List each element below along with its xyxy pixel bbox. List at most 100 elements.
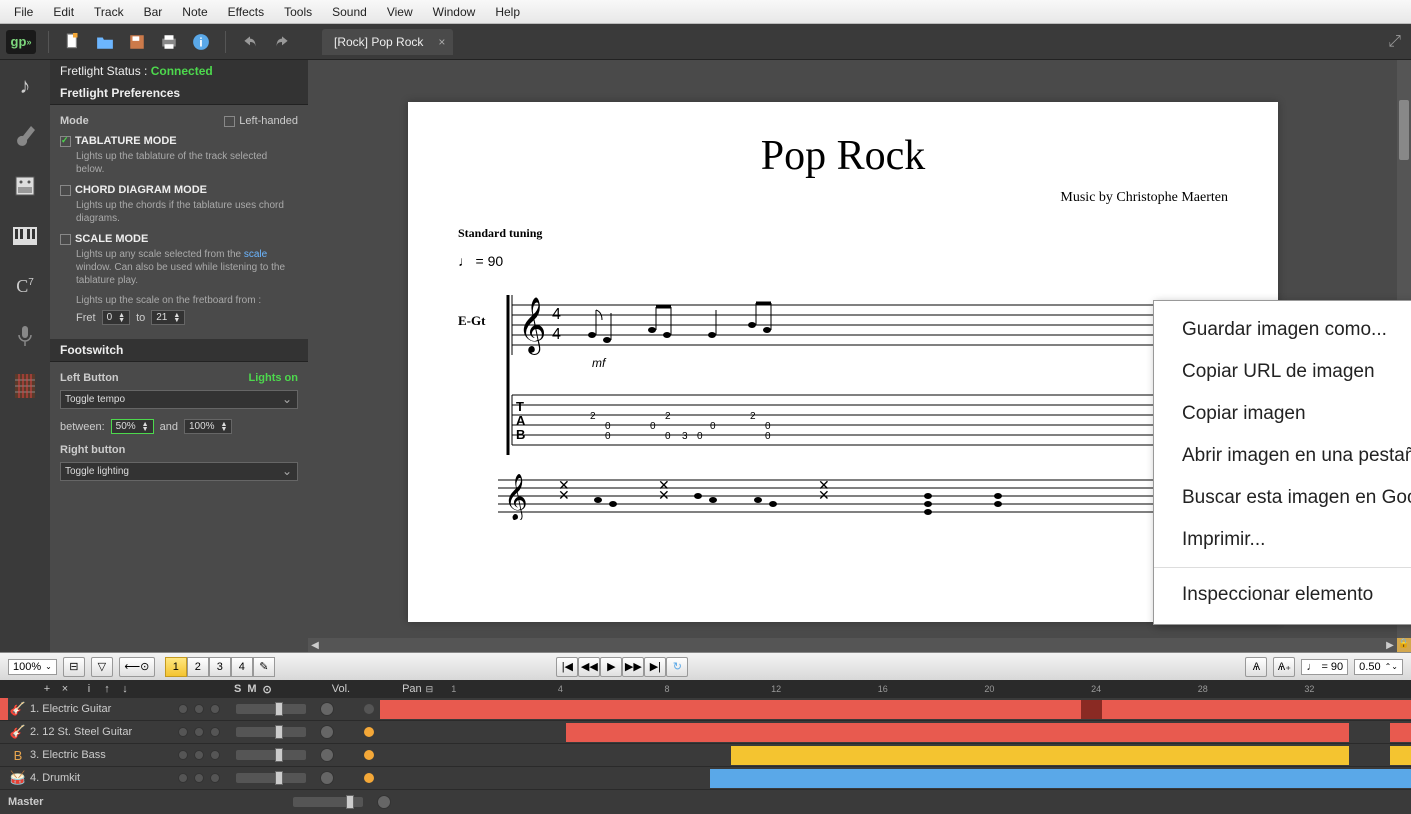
track-volume-slider[interactable]	[236, 750, 306, 760]
track-clips[interactable]	[380, 744, 1411, 766]
menu-window[interactable]: Window	[423, 5, 486, 19]
loop-icon[interactable]: ↻	[666, 657, 688, 677]
solo-toggle[interactable]	[178, 704, 188, 714]
page-3-button[interactable]: 3	[209, 657, 231, 677]
fret-from-spinner[interactable]: 0▲▼	[102, 310, 131, 325]
menu-file[interactable]: File	[4, 5, 43, 19]
fretboard-tool-icon[interactable]	[9, 370, 41, 402]
tablature-mode-checkbox[interactable]: TABLATURE MODE	[60, 135, 298, 147]
menu-edit[interactable]: Edit	[43, 5, 84, 19]
ctx-open-new-tab[interactable]: Abrir imagen en una pestaña nueva	[1154, 435, 1411, 477]
open-file-icon[interactable]	[93, 30, 117, 54]
keyboard-tool-icon[interactable]	[9, 220, 41, 252]
mute-toggle[interactable]	[194, 727, 204, 737]
track-clips[interactable]	[380, 721, 1411, 743]
ctx-inspect[interactable]: Inspeccionar elemento	[1154, 574, 1411, 616]
mute-toggle[interactable]	[194, 750, 204, 760]
right-button-select[interactable]: Toggle lighting	[60, 462, 298, 481]
move-up-icon[interactable]: ↑	[100, 683, 114, 695]
note-tool-icon[interactable]: ♪	[9, 70, 41, 102]
track-clips[interactable]	[380, 698, 1411, 720]
track-volume-slider[interactable]	[236, 773, 306, 783]
automation-toggle[interactable]	[364, 704, 374, 714]
fret-to-spinner[interactable]: 21▲▼	[151, 310, 185, 325]
play-icon[interactable]: ▶	[600, 657, 622, 677]
track-row[interactable]: 🎸 2. 12 St. Steel Guitar	[0, 721, 1411, 744]
amp-tool-icon[interactable]	[9, 170, 41, 202]
ctx-print[interactable]: Imprimir...	[1154, 519, 1411, 561]
solo-toggle[interactable]	[178, 750, 188, 760]
mic-tool-icon[interactable]	[9, 320, 41, 352]
rec-toggle[interactable]	[210, 773, 220, 783]
undo-icon[interactable]	[238, 30, 262, 54]
ctx-search-google[interactable]: Buscar esta imagen en Google	[1154, 477, 1411, 519]
go-start-icon[interactable]: |◀	[556, 657, 578, 677]
track-clips[interactable]	[380, 767, 1411, 789]
rewind-icon[interactable]: ◀◀	[578, 657, 600, 677]
left-button-select[interactable]: Toggle tempo	[60, 390, 298, 409]
track-pan-knob[interactable]	[320, 702, 356, 716]
horizontal-scrollbar[interactable]: ◀▶🔒	[308, 638, 1397, 652]
track-volume-slider[interactable]	[236, 704, 306, 714]
print-icon[interactable]	[157, 30, 181, 54]
track-volume-slider[interactable]	[236, 727, 306, 737]
rec-toggle[interactable]	[210, 704, 220, 714]
mute-toggle[interactable]	[194, 704, 204, 714]
lock-icon[interactable]: 🔒	[1397, 638, 1411, 652]
remove-track-icon[interactable]: ×	[58, 683, 72, 695]
guitar-tool-icon[interactable]	[9, 120, 41, 152]
master-pan-knob[interactable]	[377, 795, 413, 809]
tab-close-icon[interactable]: ×	[438, 35, 445, 49]
go-end-icon[interactable]: ▶|	[644, 657, 666, 677]
page-edit-icon[interactable]: ✎	[253, 657, 275, 677]
automation-toggle[interactable]	[364, 727, 374, 737]
tempo-from-spinner[interactable]: 50%▲▼	[111, 419, 154, 434]
track-pan-knob[interactable]	[320, 725, 356, 739]
zoom-select[interactable]: 100% ⌄	[8, 659, 57, 675]
redo-icon[interactable]	[270, 30, 294, 54]
tempo-to-spinner[interactable]: 100%▲▼	[184, 419, 233, 434]
menu-track[interactable]: Track	[84, 5, 134, 19]
track-pan-knob[interactable]	[320, 771, 356, 785]
new-file-icon[interactable]	[61, 30, 85, 54]
countdown-icon[interactable]: Ѧ₊	[1273, 657, 1295, 677]
collapse-icon[interactable]: ⊟	[426, 684, 434, 695]
mute-toggle[interactable]	[194, 773, 204, 783]
ctx-save-image[interactable]: Guardar imagen como...	[1154, 309, 1411, 351]
scale-mode-checkbox[interactable]: SCALE MODE	[60, 233, 298, 245]
left-handed-checkbox[interactable]: Left-handed	[224, 115, 298, 127]
tempo-display[interactable]: ♩ = 90	[1301, 659, 1348, 675]
menu-bar[interactable]: Bar	[134, 5, 173, 19]
track-info-icon[interactable]: i	[82, 683, 96, 695]
add-track-icon[interactable]: +	[40, 683, 54, 695]
rec-toggle[interactable]	[210, 750, 220, 760]
move-down-icon[interactable]: ↓	[118, 683, 132, 695]
rec-toggle[interactable]	[210, 727, 220, 737]
chord-diagram-mode-checkbox[interactable]: CHORD DIAGRAM MODE	[60, 184, 298, 196]
view-mode-1-icon[interactable]: ⊟	[63, 657, 85, 677]
solo-toggle[interactable]	[178, 773, 188, 783]
view-mode-2-icon[interactable]: ▽	[91, 657, 113, 677]
menu-effects[interactable]: Effects	[218, 5, 274, 19]
automation-toggle[interactable]	[364, 750, 374, 760]
page-4-button[interactable]: 4	[231, 657, 253, 677]
solo-toggle[interactable]	[178, 727, 188, 737]
track-row[interactable]: 🎸 1. Electric Guitar	[0, 698, 1411, 721]
page-2-button[interactable]: 2	[187, 657, 209, 677]
slider-icon[interactable]: ⟵⊙	[119, 657, 155, 677]
menu-tools[interactable]: Tools	[274, 5, 322, 19]
track-row[interactable]: B 3. Electric Bass	[0, 744, 1411, 767]
menu-help[interactable]: Help	[485, 5, 530, 19]
ctx-copy-url[interactable]: Copiar URL de imagen	[1154, 351, 1411, 393]
chord-tool-icon[interactable]: C7	[9, 270, 41, 302]
menu-view[interactable]: View	[377, 5, 423, 19]
menu-note[interactable]: Note	[172, 5, 217, 19]
info-icon[interactable]: i	[189, 30, 213, 54]
ctx-copy-image[interactable]: Copiar imagen	[1154, 393, 1411, 435]
automation-toggle[interactable]	[364, 773, 374, 783]
fullscreen-icon[interactable]: ⤢	[1384, 29, 1405, 55]
master-volume-slider[interactable]	[293, 797, 363, 807]
track-pan-knob[interactable]	[320, 748, 356, 762]
document-tab[interactable]: [Rock] Pop Rock ×	[322, 29, 453, 55]
metronome-icon[interactable]: Ѧ	[1245, 657, 1267, 677]
